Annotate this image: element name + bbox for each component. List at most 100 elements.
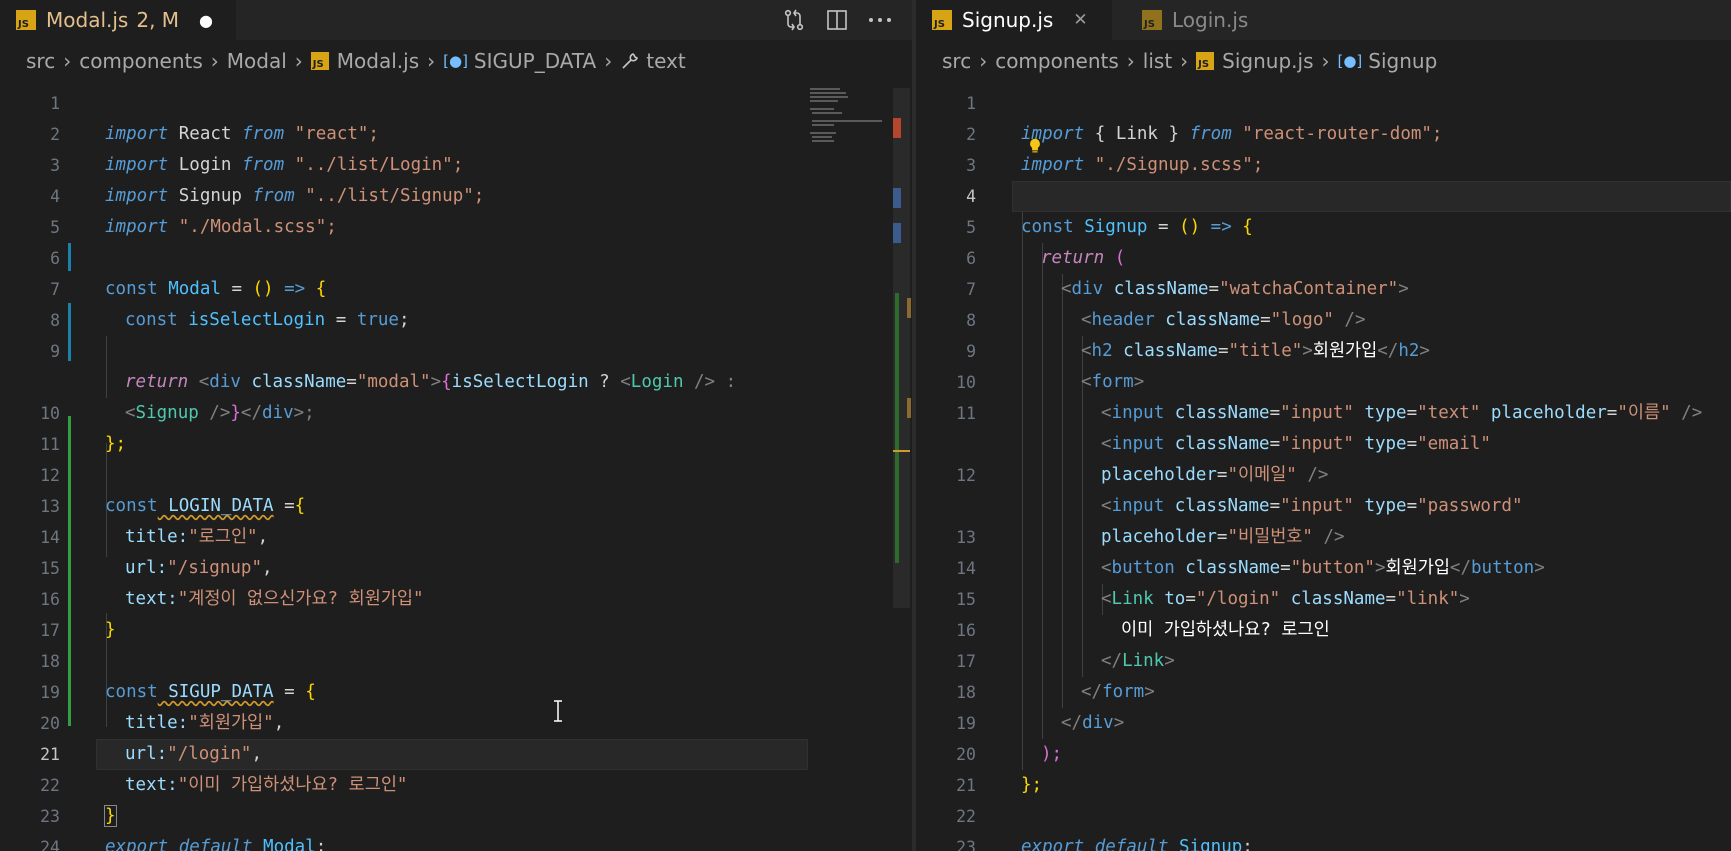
close-icon[interactable]: ✕ [1073,10,1087,30]
chevron-right-icon: › [604,49,613,73]
line-number: 7 [50,280,60,299]
code-line: import { Link } from "react-router-dom"; [1021,124,1443,144]
line-number: 19 [956,714,976,733]
chevron-right-icon: › [1126,49,1135,73]
code-line: const isSelectLogin = true; [125,310,410,330]
breadcrumb: src › components › list › JS Signup.js › [●]… [942,46,1437,76]
unsaved-dot-icon[interactable]: ● [199,11,213,30]
code-line: export default Modal; [105,837,327,851]
wrench-icon [622,53,639,69]
chevron-right-icon: › [979,49,988,73]
gutter-added-marker [68,416,71,726]
chevron-right-icon: › [1321,49,1330,73]
code-line: const SIGUP_DATA = { [105,682,316,702]
line-number: 12 [956,466,976,485]
line-number: 1 [50,94,60,113]
line-number: 20 [40,714,60,733]
breadcrumb-item[interactable]: text [646,49,685,73]
chevron-right-icon: › [1180,49,1189,73]
code-line: </div> [1061,713,1125,733]
code-line: <input className="input" type="email" [1101,434,1491,454]
breadcrumb-item[interactable]: Modal.js [337,49,419,73]
code-line: <input className="input" type="text" pla… [1101,403,1703,423]
line-number: 14 [40,528,60,547]
breadcrumb-item[interactable]: Signup [1368,49,1437,73]
tab-login-js[interactable]: JS Login.js [1126,0,1296,40]
indent-guide [1042,243,1043,739]
line-number: 2 [50,125,60,144]
right-editor-pane: JS Signup.js ✕ JS Login.js src › componen… [916,0,1731,851]
line-number: 23 [956,838,976,851]
chevron-right-icon: › [427,49,436,73]
minimap[interactable] [810,88,888,608]
line-number: 2 [966,125,976,144]
line-number: 15 [956,590,976,609]
line-number: 21 [40,745,60,764]
code-line: title:"회원가입", [125,713,285,733]
chevron-right-icon: › [294,49,303,73]
line-number: 8 [50,311,60,330]
breadcrumb-item[interactable]: src [942,49,971,73]
code-line: import React from "react"; [105,124,379,144]
code-line: }; [105,434,127,454]
line-number: 4 [966,187,976,206]
breadcrumb-item[interactable]: SIGUP_DATA [474,49,596,73]
code-line: import "./Signup.scss"; [1021,155,1264,175]
more-actions-icon[interactable] [868,16,892,24]
variable-symbol-icon: [●] [1337,52,1363,70]
code-line: text:"계정이 없으신가요? 회원가입" [125,589,424,609]
js-file-icon: JS [16,10,36,30]
indent-guide [1022,212,1023,770]
line-number: 8 [966,311,976,330]
js-file-icon: JS [1142,10,1162,30]
split-editor-icon[interactable] [826,9,848,31]
tab-label: Signup.js [962,8,1054,32]
line-number: 9 [50,342,60,361]
line-number: 16 [956,621,976,640]
code-line: 이미 가입하셨나요? 로그인 [1121,620,1330,640]
line-number: 23 [40,807,60,826]
code-line: <input className="input" type="password" [1101,496,1523,516]
line-number: 4 [50,187,60,206]
breadcrumb-item[interactable]: Modal [227,49,287,73]
code-line: <button className="button">회원가입</button> [1101,558,1545,578]
line-number: 1 [966,94,976,113]
left-tab-bar: JS Modal.js 2, M ● [0,0,912,40]
code-line: <form> [1081,372,1145,392]
breadcrumb-item[interactable]: components [79,49,203,73]
breadcrumb-item[interactable]: components [995,49,1119,73]
line-number: 5 [966,218,976,237]
line-number: 10 [956,373,976,392]
tab-label: Modal.js [46,8,129,32]
line-number: 18 [956,683,976,702]
line-number: 12 [40,466,60,485]
breadcrumb-item[interactable]: list [1143,49,1172,73]
current-line-highlight [1012,181,1731,212]
tab-signup-js[interactable]: JS Signup.js ✕ [916,0,1112,40]
gutter-modified-marker [68,243,71,271]
line-number: 20 [956,745,976,764]
indent-guide [106,336,107,398]
code-line: import "./Modal.scss"; [105,217,337,237]
variable-symbol-icon: [●] [443,52,468,70]
tab-modal-js[interactable]: JS Modal.js 2, M ● [0,0,236,40]
code-line: import Signup from "../list/Signup"; [105,186,485,206]
line-number: 22 [956,807,976,826]
breadcrumb-item[interactable]: Signup.js [1222,49,1313,73]
breadcrumb-item[interactable]: src [26,49,55,73]
line-number: 5 [50,218,60,237]
code-line: title:"로그인", [125,527,269,547]
code-line: } [105,620,116,640]
chevron-right-icon: › [63,49,72,73]
vertical-scrollbar[interactable] [893,88,911,608]
right-tab-bar: JS Signup.js ✕ JS Login.js [916,0,1731,40]
code-line: placeholder="비밀번호" /> [1101,527,1345,547]
line-number: 22 [40,776,60,795]
code-line: <header className="logo" /> [1081,310,1366,330]
line-number: 18 [40,652,60,671]
git-compare-icon[interactable] [782,8,806,32]
line-number: 7 [966,280,976,299]
tab-status: 2, M [136,8,180,32]
line-number: 3 [966,156,976,175]
tab-label: Login.js [1172,8,1249,32]
